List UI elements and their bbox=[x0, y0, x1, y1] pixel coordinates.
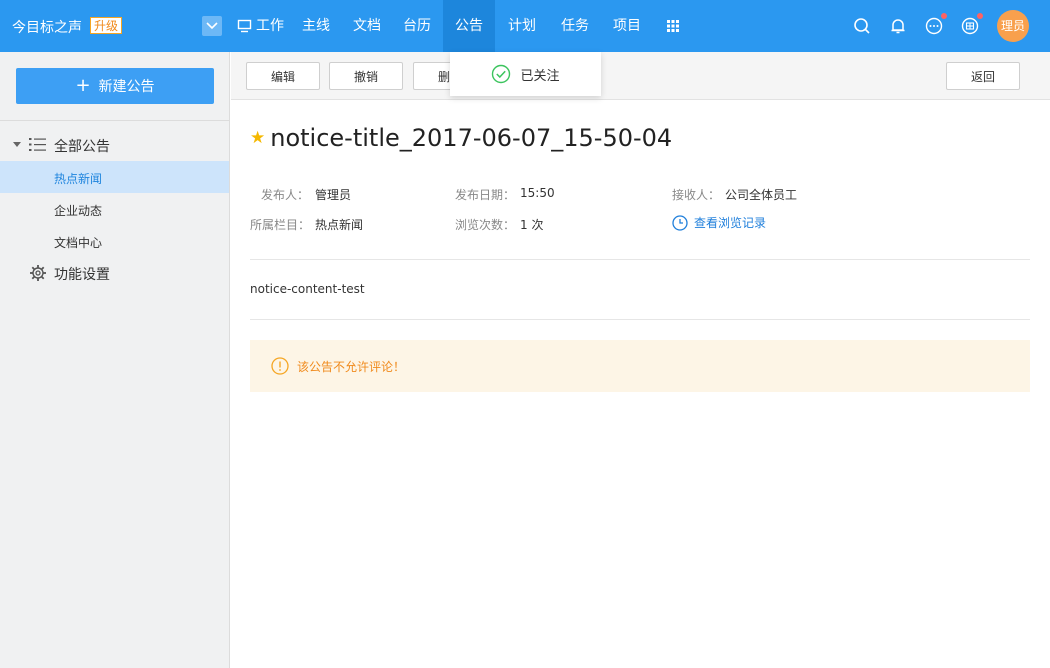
nav-label: 台历 bbox=[403, 18, 431, 34]
nav-label: 任务 bbox=[561, 18, 589, 34]
divider bbox=[250, 319, 1030, 320]
nav-item-notice[interactable]: 公告 bbox=[443, 0, 495, 52]
no-comment-alert: 该公告不允许评论！ bbox=[250, 340, 1030, 392]
chat-icon[interactable] bbox=[924, 13, 947, 36]
clock-icon bbox=[672, 214, 688, 231]
nav-item-calendar[interactable]: 台历 bbox=[395, 0, 443, 52]
nav-label: 公告 bbox=[455, 18, 483, 34]
apps-grid-icon[interactable] bbox=[657, 0, 689, 52]
publish-date-label: 发布日期： bbox=[455, 188, 516, 202]
nav-item-docs[interactable]: 文档 bbox=[339, 0, 395, 52]
view-records-text: 查看浏览记录 bbox=[694, 216, 767, 230]
action-toolbar: 编辑 撤销 删 返回 bbox=[231, 52, 1050, 100]
gear-icon bbox=[29, 264, 47, 286]
views-label: 浏览次数： bbox=[455, 218, 516, 232]
sidebar-item-company-news[interactable]: 企业动态 bbox=[0, 193, 229, 225]
sidebar-item-hot-news[interactable]: 热点新闻 bbox=[0, 161, 229, 193]
sidebar-item-label: 企业动态 bbox=[54, 204, 103, 218]
bell-icon[interactable] bbox=[888, 16, 908, 36]
brand-name[interactable]: 今目标之声 bbox=[12, 17, 82, 37]
top-navbar: 今目标之声 升级 工作 主线 文档 台历 公告 计划 任务 项目 理员 bbox=[0, 0, 1050, 52]
new-notice-button[interactable]: + 新建公告 bbox=[16, 68, 214, 104]
notification-dot bbox=[977, 13, 983, 19]
receiver-label: 接收人： bbox=[672, 188, 721, 202]
sidebar-item-settings[interactable]: 功能设置 bbox=[0, 260, 229, 286]
sidebar-divider bbox=[0, 120, 229, 121]
plus-icon: + bbox=[75, 75, 91, 96]
views-value: 1 次 bbox=[520, 218, 544, 232]
nav-label: 主线 bbox=[302, 18, 330, 34]
nav-item-work[interactable]: 工作 bbox=[228, 0, 293, 52]
notice-title-text: notice-title_2017-06-07_15-50-04 bbox=[270, 124, 673, 152]
sidebar: + 新建公告 全部公告 热点新闻 企业动态 文档中心 功能设置 bbox=[0, 52, 230, 668]
followed-text: 已关注 bbox=[520, 68, 560, 84]
nav-item-plan[interactable]: 计划 bbox=[495, 0, 549, 52]
publisher-label: 发布人： bbox=[261, 188, 310, 202]
nav-label: 文档 bbox=[353, 18, 381, 34]
avatar[interactable]: 理员 bbox=[997, 10, 1029, 42]
column-value: 热点新闻 bbox=[315, 218, 364, 232]
chevron-down-icon[interactable] bbox=[202, 16, 222, 36]
search-icon[interactable] bbox=[852, 16, 872, 36]
app-circle-icon[interactable] bbox=[960, 13, 983, 36]
view-records-link[interactable]: 查看浏览记录 bbox=[672, 214, 766, 231]
publisher-value: 管理员 bbox=[315, 188, 352, 202]
caret-down-icon[interactable] bbox=[13, 142, 21, 147]
receiver-value: 公司全体员工 bbox=[725, 188, 798, 202]
upgrade-badge[interactable]: 升级 bbox=[90, 17, 123, 34]
column-label: 所属栏目： bbox=[250, 218, 311, 232]
no-comment-text: 该公告不允许评论！ bbox=[297, 359, 406, 374]
back-button[interactable]: 返回 bbox=[946, 62, 1020, 90]
monitor-icon bbox=[237, 19, 252, 33]
nav-item-project[interactable]: 项目 bbox=[601, 0, 653, 52]
sidebar-item-label: 功能设置 bbox=[54, 267, 110, 283]
nav-label: 计划 bbox=[508, 18, 536, 34]
revoke-button[interactable]: 撤销 bbox=[329, 62, 403, 90]
followed-toast: 已关注 bbox=[450, 52, 601, 96]
sidebar-item-label: 热点新闻 bbox=[54, 172, 103, 186]
notification-dot bbox=[941, 13, 947, 19]
warning-icon bbox=[271, 357, 289, 375]
sidebar-item-label: 文档中心 bbox=[54, 236, 103, 250]
notice-title: ★ notice-title_2017-06-07_15-50-04 bbox=[250, 124, 672, 152]
publish-date-value: 15:50 bbox=[520, 186, 555, 200]
nav-item-task[interactable]: 任务 bbox=[549, 0, 601, 52]
sidebar-item-label: 全部公告 bbox=[54, 139, 110, 155]
star-icon[interactable]: ★ bbox=[250, 128, 265, 148]
divider bbox=[250, 259, 1030, 260]
nav-item-mainline[interactable]: 主线 bbox=[293, 0, 339, 52]
check-circle-icon bbox=[491, 64, 511, 84]
edit-button[interactable]: 编辑 bbox=[246, 62, 320, 90]
nav-label: 项目 bbox=[613, 18, 641, 34]
sidebar-item-all-notices[interactable]: 全部公告 bbox=[0, 132, 229, 158]
list-icon bbox=[29, 137, 46, 156]
sidebar-item-doc-center[interactable]: 文档中心 bbox=[0, 225, 229, 257]
main-nav: 工作 主线 文档 台历 公告 计划 任务 项目 bbox=[228, 0, 689, 52]
nav-label: 工作 bbox=[256, 18, 284, 34]
notice-content: notice-content-test bbox=[250, 282, 365, 296]
new-notice-label: 新建公告 bbox=[98, 79, 155, 95]
